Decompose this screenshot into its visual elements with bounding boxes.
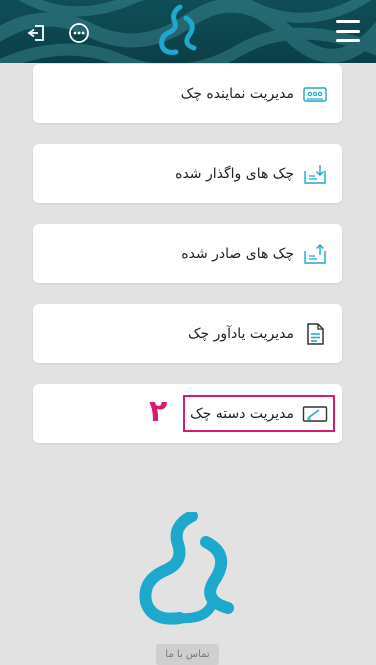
cheque-representative-icon	[302, 81, 328, 107]
more-options-button[interactable]	[68, 22, 90, 44]
menu-item-label: مدیریت نماینده چک	[180, 85, 294, 102]
logout-button[interactable]	[26, 22, 48, 44]
menu-item-cheque-reminder[interactable]: مدیریت یادآور چک	[33, 304, 342, 363]
logout-icon	[27, 25, 44, 41]
hamburger-line	[336, 29, 360, 33]
assigned-cheques-icon	[302, 161, 328, 187]
issued-cheques-icon	[302, 241, 328, 267]
menu-button[interactable]	[334, 20, 362, 42]
cheque-reminder-icon	[302, 321, 328, 347]
menu-item-label: چک های واگذار شده	[175, 165, 294, 182]
contact-us-button[interactable]: تماس با ما	[156, 644, 219, 665]
app-logo-icon	[159, 4, 197, 55]
menu-item-issued-cheques[interactable]: چک های صادر شده	[33, 224, 342, 283]
annotation-highlight-box	[183, 395, 335, 432]
app-header	[0, 0, 376, 63]
annotation-step-number: ۲	[149, 394, 168, 429]
hamburger-line	[336, 39, 360, 42]
hamburger-menu-icon	[336, 20, 360, 23]
app-logo-icon	[139, 512, 234, 625]
menu-item-label: چک های صادر شده	[181, 245, 294, 262]
more-options-icon	[69, 23, 89, 43]
menu-item-assigned-cheques[interactable]: چک های واگذار شده	[33, 144, 342, 203]
menu-item-label: مدیریت یادآور چک	[187, 325, 294, 342]
menu-item-cheque-representative[interactable]: مدیریت نماینده چک	[33, 64, 342, 123]
